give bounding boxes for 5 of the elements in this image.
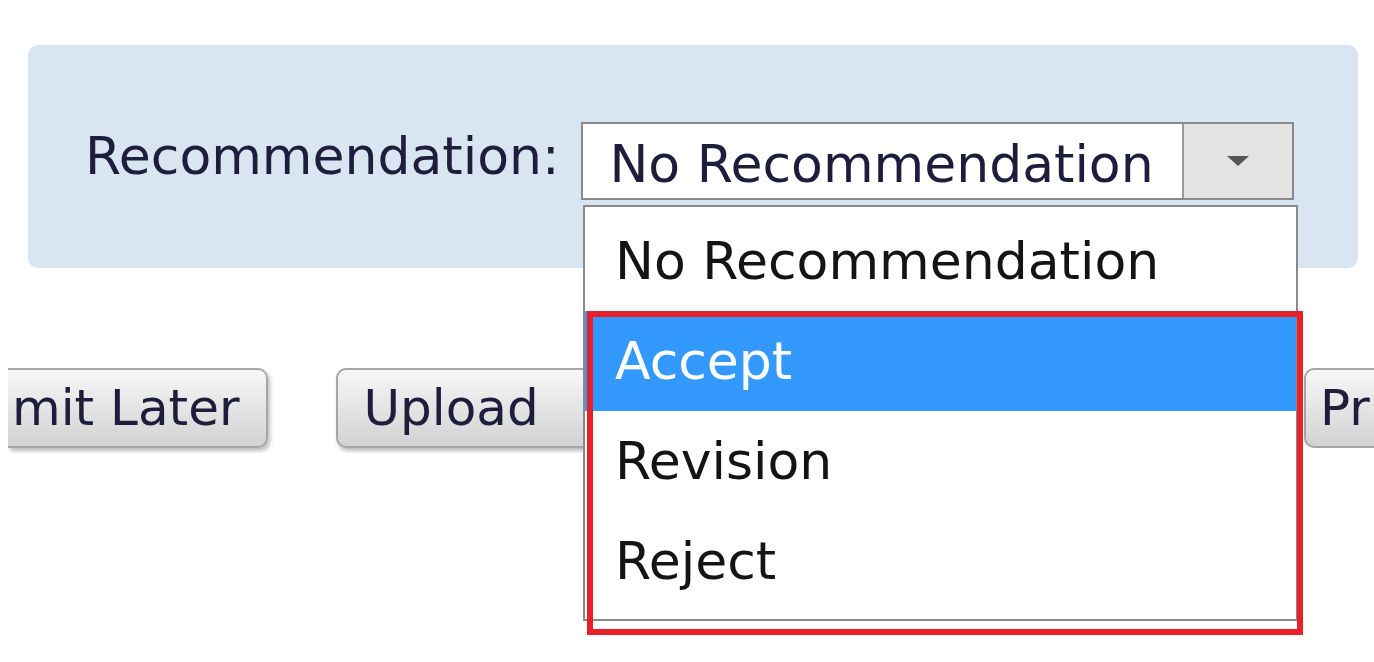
field-label: Recommendation: — [85, 130, 560, 182]
caret-icon — [1182, 124, 1293, 198]
submit-later-button[interactable]: mit Later — [8, 368, 268, 448]
toolbar-button[interactable]: Pr — [1304, 368, 1374, 448]
recommendation-select[interactable]: No Recommendation — [581, 122, 1295, 200]
